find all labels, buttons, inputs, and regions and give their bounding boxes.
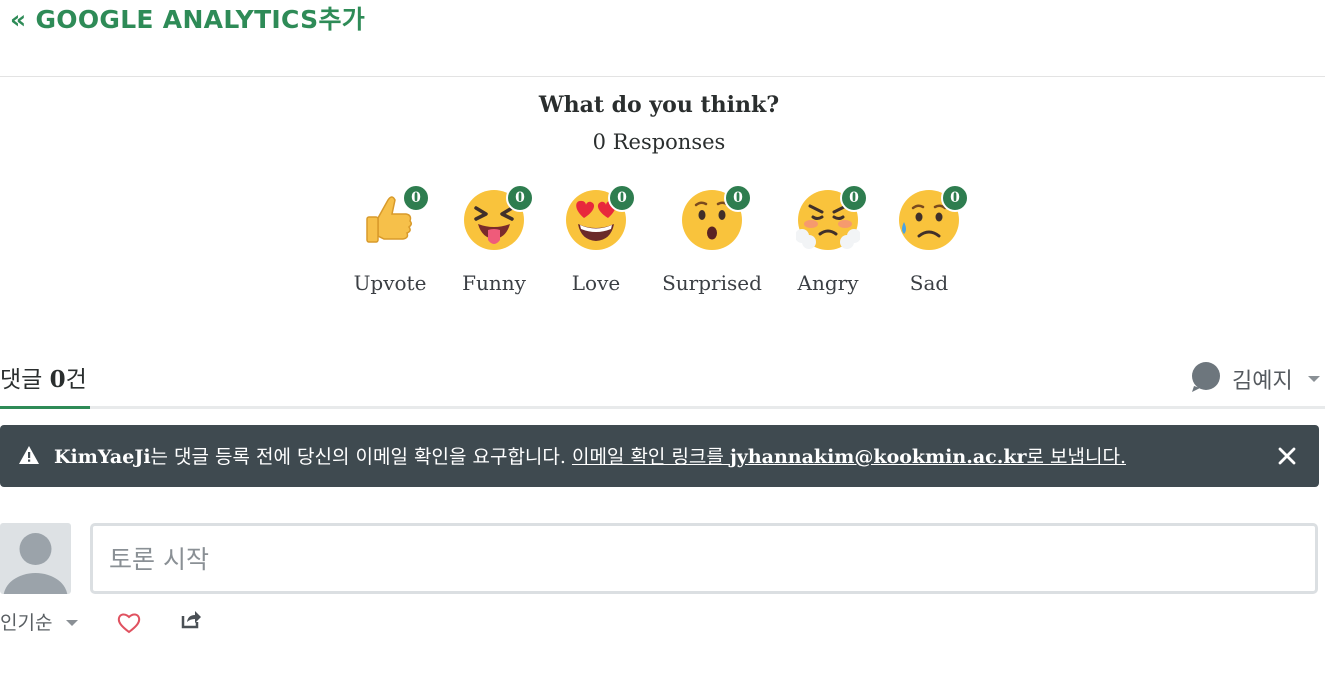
divider	[0, 76, 1325, 77]
chevron-down-icon	[1308, 376, 1320, 382]
tab-comments-prefix: 댓글	[0, 367, 50, 393]
favorite-heart-icon[interactable]	[117, 612, 141, 634]
reactions-response-count: 0 Responses	[592, 130, 726, 154]
reaction-count-badge: 0	[402, 184, 430, 212]
reaction-love[interactable]: 0 Love	[541, 184, 651, 308]
reaction-label: Angry	[797, 271, 859, 295]
reaction-label: Sad	[909, 271, 949, 295]
reaction-count-badge: 0	[941, 184, 969, 212]
avatar	[0, 523, 71, 594]
alert-text: 는 댓글 등록 전에 당신의 이메일 확인을 요구합니다.	[150, 446, 572, 468]
reaction-upvote[interactable]: 0 Upvote	[335, 184, 445, 308]
sort-label: 인기순	[0, 612, 53, 634]
comment-input[interactable]	[109, 540, 1289, 578]
chevron-down-icon	[66, 620, 78, 626]
verify-link-text-1: 이메일 확인 링크를	[571, 446, 730, 468]
reaction-count-badge: 0	[840, 184, 868, 212]
share-icon[interactable]	[180, 608, 202, 630]
reaction-count-badge: 0	[608, 184, 636, 212]
tabs-divider	[0, 406, 1325, 409]
reaction-surprised[interactable]: 0 Surprised	[657, 184, 767, 308]
back-to-post-link[interactable]: « GOOGLE ANALYTICS추가	[10, 0, 365, 36]
close-icon[interactable]	[1276, 445, 1298, 467]
tab-comments-count: 0	[49, 366, 66, 393]
reaction-funny[interactable]: 0 Funny	[439, 184, 549, 308]
reaction-label: Upvote	[353, 271, 427, 295]
alert-message: KimYaeJi는 댓글 등록 전에 당신의 이메일 확인을 요구합니다. 이메…	[54, 442, 1126, 469]
default-avatar-icon	[3, 533, 68, 594]
verify-link-text-2: 로 보냅니다.	[1026, 446, 1126, 468]
tab-comments-suffix: 건	[65, 367, 87, 393]
reaction-count-badge: 0	[724, 184, 752, 212]
user-avatar-icon	[1192, 362, 1220, 392]
comment-composer[interactable]	[90, 523, 1318, 594]
reaction-label: Funny	[462, 271, 526, 295]
reaction-label: Love	[571, 271, 621, 295]
email-verification-alert: KimYaeJi는 댓글 등록 전에 당신의 이메일 확인을 요구합니다. 이메…	[0, 425, 1319, 487]
verify-link-email: jyhannakim@kookmin.ac.kr	[729, 446, 1027, 468]
reaction-sad[interactable]: 0 Sad	[874, 184, 984, 308]
sort-dropdown[interactable]: 인기순	[0, 608, 78, 636]
reaction-count-badge: 0	[506, 184, 534, 212]
reaction-angry[interactable]: 0 Angry	[773, 184, 883, 308]
active-tab-indicator	[0, 406, 90, 409]
reaction-label: Surprised	[662, 271, 762, 295]
verify-email-link[interactable]: 이메일 확인 링크를 jyhannakim@kookmin.ac.kr로 보냅니…	[572, 446, 1126, 468]
user-name: 김예지	[1232, 369, 1293, 394]
alert-site-name: KimYaeJi	[54, 446, 151, 468]
tab-comments[interactable]: 댓글 0건	[0, 360, 87, 394]
reactions-title: What do you think?	[538, 92, 780, 118]
warning-icon	[19, 446, 39, 464]
